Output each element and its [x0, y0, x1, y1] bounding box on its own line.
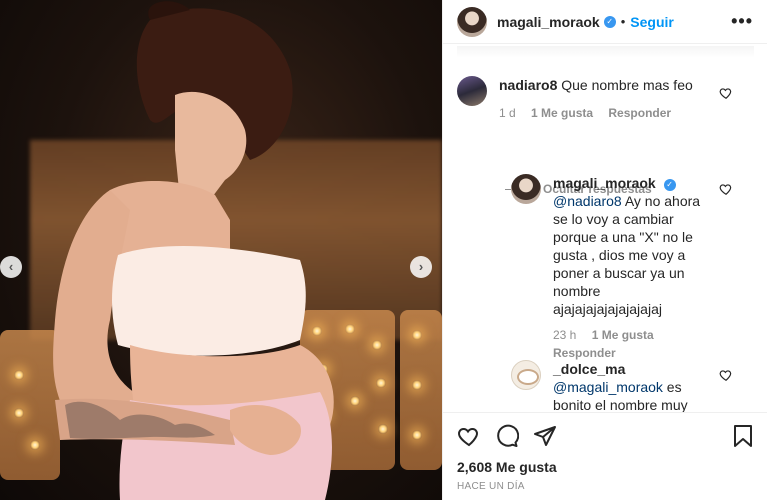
- reply-button[interactable]: Responder: [553, 346, 616, 360]
- prev-image-button[interactable]: ‹: [0, 256, 22, 278]
- reply-time[interactable]: 23 h: [553, 328, 576, 342]
- heart-icon[interactable]: [719, 182, 733, 196]
- pregnant-woman-figure: [53, 1, 334, 500]
- replier-avatar[interactable]: [511, 174, 541, 204]
- comment-likes[interactable]: 1 Me gusta: [531, 106, 593, 120]
- heart-icon[interactable]: [719, 86, 733, 100]
- comments-panel: magali_moraok ✓ • Seguir ••• nadiaro8 Qu…: [442, 0, 767, 500]
- reply-item: magali_moraok ✓ @nadiaro8 Ay no ahora se…: [511, 174, 711, 362]
- post-header: magali_moraok ✓ • Seguir •••: [443, 0, 767, 44]
- post-photo[interactable]: ‹ ›: [0, 0, 442, 500]
- reply-mention[interactable]: @nadiaro8: [553, 193, 622, 209]
- reply-username[interactable]: magali_moraok: [553, 175, 656, 191]
- header-separator: •: [620, 14, 626, 29]
- reply-username[interactable]: _dolce_ma: [553, 361, 625, 377]
- comment-text: Que nombre mas feo: [561, 77, 693, 93]
- heart-icon[interactable]: [457, 424, 481, 448]
- comment-time[interactable]: 1 d: [499, 106, 516, 120]
- post-timestamp[interactable]: HACE UN DÍA: [457, 481, 754, 492]
- comment-username[interactable]: nadiaro8: [499, 77, 557, 93]
- reply-meta: 23 h 1 Me gusta Responder: [553, 326, 703, 362]
- verified-badge-icon: ✓: [663, 179, 676, 191]
- previous-comment-fade: [457, 46, 754, 58]
- replier-avatar[interactable]: [511, 360, 541, 390]
- post-actions: 2,608 Me gusta HACE UN DÍA: [443, 412, 767, 500]
- reply-text: Ay no ahora se lo voy a cambiar porque a…: [553, 193, 701, 317]
- reply-button[interactable]: Responder: [608, 106, 671, 120]
- comments-list[interactable]: nadiaro8 Que nombre mas feo 1 d 1 Me gus…: [443, 44, 767, 412]
- comment-item: nadiaro8 Que nombre mas feo 1 d 1 Me gus…: [457, 76, 727, 122]
- author-avatar[interactable]: [457, 6, 487, 37]
- verified-badge-icon: ✓: [603, 15, 616, 28]
- chevron-right-icon: ›: [418, 259, 424, 274]
- next-image-button[interactable]: ›: [410, 256, 432, 278]
- bookmark-icon[interactable]: [732, 424, 754, 448]
- commenter-avatar[interactable]: [457, 76, 487, 106]
- more-options-button[interactable]: •••: [731, 11, 753, 32]
- reply-item: _dolce_ma @magali_moraok es bonito el no…: [511, 360, 711, 412]
- comment-icon[interactable]: [495, 424, 519, 448]
- reply-likes[interactable]: 1 Me gusta: [592, 328, 654, 342]
- author-username[interactable]: magali_moraok: [497, 14, 600, 30]
- instagram-post-modal: ‹ › magali_moraok ✓ • Seguir ••• nadiaro…: [0, 0, 767, 500]
- follow-button[interactable]: Seguir: [630, 14, 674, 30]
- likes-count[interactable]: 2,608 Me gusta: [457, 459, 754, 475]
- comment-meta: 1 d 1 Me gusta Responder: [499, 104, 693, 122]
- chevron-left-icon: ‹: [8, 259, 14, 274]
- reply-mention[interactable]: @magali_moraok: [553, 379, 663, 395]
- heart-icon[interactable]: [719, 368, 733, 382]
- paper-plane-icon[interactable]: [533, 424, 557, 448]
